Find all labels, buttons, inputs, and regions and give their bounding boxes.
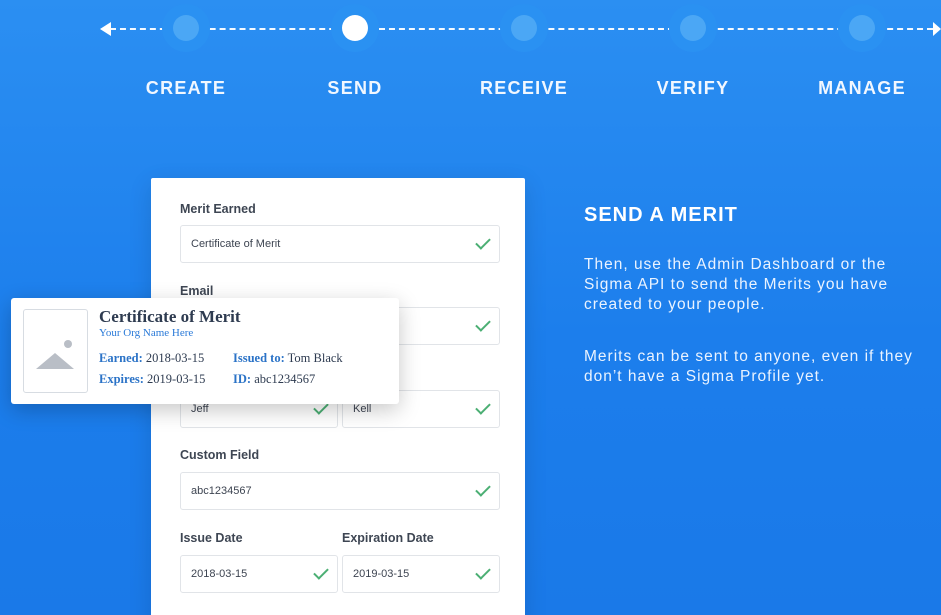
expiration-date-value: 2019-03-15 <box>353 568 410 580</box>
step-node-icon <box>669 4 717 52</box>
step-label: RECEIVE <box>479 78 569 98</box>
progress-steps: CREATE SEND RECEIVE VERIFY MANAGE <box>0 0 941 110</box>
expires-label: Expires: <box>99 372 144 386</box>
email-label: Email <box>180 284 214 298</box>
step-node-icon <box>838 4 886 52</box>
sun-shape <box>64 340 72 348</box>
last-name-value: Kell <box>353 403 372 415</box>
earned-row: Earned: 2018-03-15 <box>99 351 204 366</box>
step-node-icon <box>500 4 548 52</box>
certificate-org: Your Org Name Here <box>99 327 194 339</box>
expiration-date-field[interactable]: 2019-03-15 <box>342 555 500 593</box>
step-manage[interactable]: MANAGE <box>782 4 941 99</box>
description-paragraph-1: Then, use the Admin Dashboard or the Sig… <box>584 256 889 313</box>
expiration-date-label: Expiration Date <box>342 531 434 545</box>
step-label: VERIFY <box>656 78 730 98</box>
step-label: SEND <box>327 78 383 98</box>
issue-date-value: 2018-03-15 <box>191 568 248 580</box>
custom-field-input[interactable]: abc1234567 <box>180 472 500 510</box>
check-icon <box>475 399 491 415</box>
issue-date-label: Issue Date <box>180 531 243 545</box>
step-send[interactable]: SEND <box>275 4 435 99</box>
earned-value: 2018-03-15 <box>145 351 205 365</box>
section-title: SEND A MERIT <box>584 204 738 226</box>
step-verify[interactable]: VERIFY <box>613 4 773 99</box>
check-icon <box>475 481 491 497</box>
issued-to-value: Tom Black <box>287 351 343 365</box>
mountain-shape <box>36 353 74 369</box>
step-label: MANAGE <box>818 78 906 98</box>
merit-earned-value: Certificate of Merit <box>191 238 281 250</box>
expires-value: 2019-03-15 <box>147 372 206 386</box>
id-row: ID: abc1234567 <box>233 372 315 387</box>
step-receive[interactable]: RECEIVE <box>444 4 604 99</box>
id-value: abc1234567 <box>254 372 316 386</box>
image-placeholder-icon <box>23 309 88 393</box>
check-icon <box>313 564 329 580</box>
certificate-preview: Certificate of Merit Your Org Name Here … <box>11 298 399 404</box>
step-node-icon <box>162 4 210 52</box>
step-create[interactable]: CREATE <box>106 4 266 99</box>
step-label: CREATE <box>145 78 227 98</box>
issue-date-field[interactable]: 2018-03-15 <box>180 555 338 593</box>
check-icon <box>475 564 491 580</box>
merit-earned-field[interactable]: Certificate of Merit <box>180 225 500 263</box>
description-paragraph-2: Merits can be sent to anyone, even if th… <box>584 348 913 385</box>
step-node-active-icon <box>331 4 379 52</box>
check-icon <box>475 316 491 332</box>
certificate-title: Certificate of Merit <box>99 307 241 326</box>
custom-field-label: Custom Field <box>180 448 260 462</box>
earned-label: Earned: <box>99 351 143 365</box>
first-name-value: Jeff <box>191 403 209 415</box>
merit-earned-label: Merit Earned <box>180 202 256 216</box>
issued-to-row: Issued to: Tom Black <box>233 351 343 366</box>
id-label: ID: <box>233 372 252 386</box>
check-icon <box>475 234 491 250</box>
custom-field-value: abc1234567 <box>191 485 252 497</box>
issued-to-label: Issued to: <box>233 351 285 365</box>
expires-row: Expires: 2019-03-15 <box>99 372 205 387</box>
